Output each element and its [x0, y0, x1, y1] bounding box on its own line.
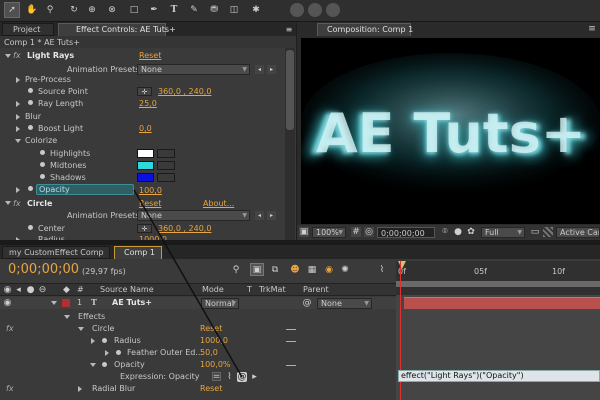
- pick-whip-line: [133, 189, 243, 378]
